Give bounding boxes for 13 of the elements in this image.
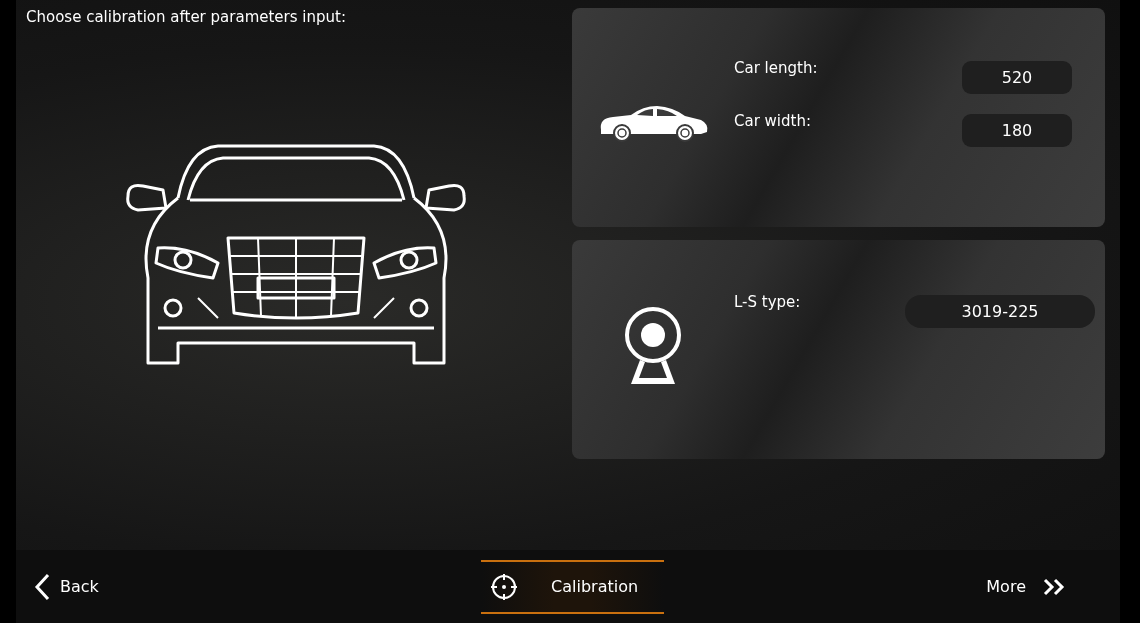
more-button[interactable]: More	[980, 571, 1072, 602]
field-label: Car length:	[734, 59, 818, 77]
crosshair-icon	[491, 573, 518, 600]
value-field[interactable]: 180	[962, 114, 1072, 147]
back-button[interactable]: Back	[28, 566, 105, 607]
chevron-left-icon	[34, 572, 50, 601]
value-field[interactable]: 3019-225	[905, 295, 1095, 328]
calibration-button[interactable]: Calibration	[481, 559, 665, 614]
double-chevron-right-icon	[1042, 577, 1066, 596]
value-field[interactable]: 520	[962, 61, 1072, 94]
field-label: L-S type:	[734, 293, 801, 311]
page-title: Choose calibration after parameters input:	[25, 7, 347, 26]
field-label: Car width:	[734, 112, 811, 130]
